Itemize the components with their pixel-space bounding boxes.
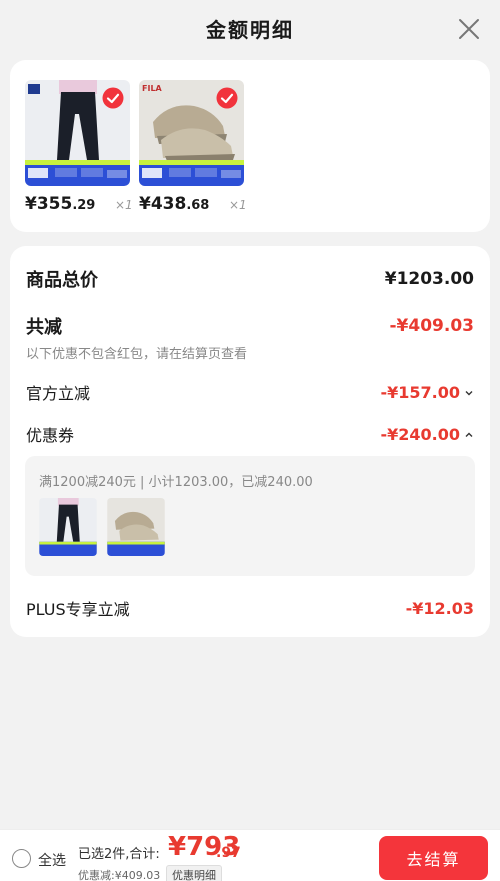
official-discount-value-group: -¥157.00 [380,383,474,402]
select-all-label[interactable]: 全选 [38,850,66,870]
checkout-button[interactable]: 去结算 [379,836,488,880]
close-icon[interactable] [458,18,480,40]
official-discount-row[interactable]: 官方立减 -¥157.00 [26,380,474,404]
plus-discount-label: PLUS专享立减 [26,600,130,619]
modal-header: 金额明细 [0,0,500,58]
coupon-label: 优惠券 [26,426,75,445]
official-discount-value: -¥157.00 [380,382,460,402]
coupon-product-thumb [107,498,165,556]
total-discount-row: 共减 -¥409.03 [26,313,474,339]
select-all-radio[interactable] [12,849,31,868]
discount-detail-button[interactable]: 优惠明细 [166,865,222,881]
modal-title: 金额明细 [206,18,294,42]
coupon-product-thumb [39,498,97,556]
coupon-value-group: -¥240.00 [380,425,474,444]
total-price-value: ¥1203.00 [384,269,474,289]
price-breakdown-card: 商品总价 ¥1203.00 共减 -¥409.03 以下优惠不包含红包，请在结算… [10,246,490,637]
product-item[interactable]: FILA ¥438.68 ×1 [139,80,247,214]
checked-icon[interactable] [216,87,238,109]
product-quantity: ×1 [229,198,247,212]
selected-summary: 已选2件,合计: [78,847,160,862]
coupon-detail-text: 满1200减240元 | 小计1203.00，已减240.00 [39,475,313,490]
saved-amount: 优惠减:¥409.03 [78,869,161,881]
product-price: ¥355.29 [25,194,96,214]
grand-total-decimal: .97 [216,845,241,861]
selected-products-card: ¥355.29 ×1 FILA ¥438.68 ×1 [10,60,490,232]
product-image: FILA [139,80,244,186]
svg-text:FILA: FILA [142,84,163,93]
chevron-up-icon[interactable] [464,430,474,440]
product-price: ¥438.68 [139,194,210,214]
checkout-bar: 全选 已选2件,合计: ¥793 .97 优惠减:¥409.03 优惠明细 去结… [0,829,500,881]
plus-discount-value: -¥12.03 [405,598,474,618]
coupon-row[interactable]: 优惠券 -¥240.00 [26,422,474,446]
coupon-detail-box: 满1200减240元 | 小计1203.00，已减240.00 [25,456,475,576]
total-price-label: 商品总价 [26,270,98,291]
total-price-row: 商品总价 ¥1203.00 [26,266,474,292]
chevron-down-icon[interactable] [464,388,474,398]
discount-note: 以下优惠不包含红包，请在结算页查看 [26,347,248,362]
official-discount-label: 官方立减 [26,384,91,403]
product-image [25,80,130,186]
plus-discount-row: PLUS专享立减 -¥12.03 [26,596,474,620]
checked-icon[interactable] [102,87,124,109]
total-discount-label: 共减 [26,317,62,338]
product-quantity: ×1 [115,198,133,212]
coupon-value: -¥240.00 [380,424,460,444]
product-item[interactable]: ¥355.29 ×1 [25,80,133,214]
total-discount-value: -¥409.03 [389,316,475,336]
